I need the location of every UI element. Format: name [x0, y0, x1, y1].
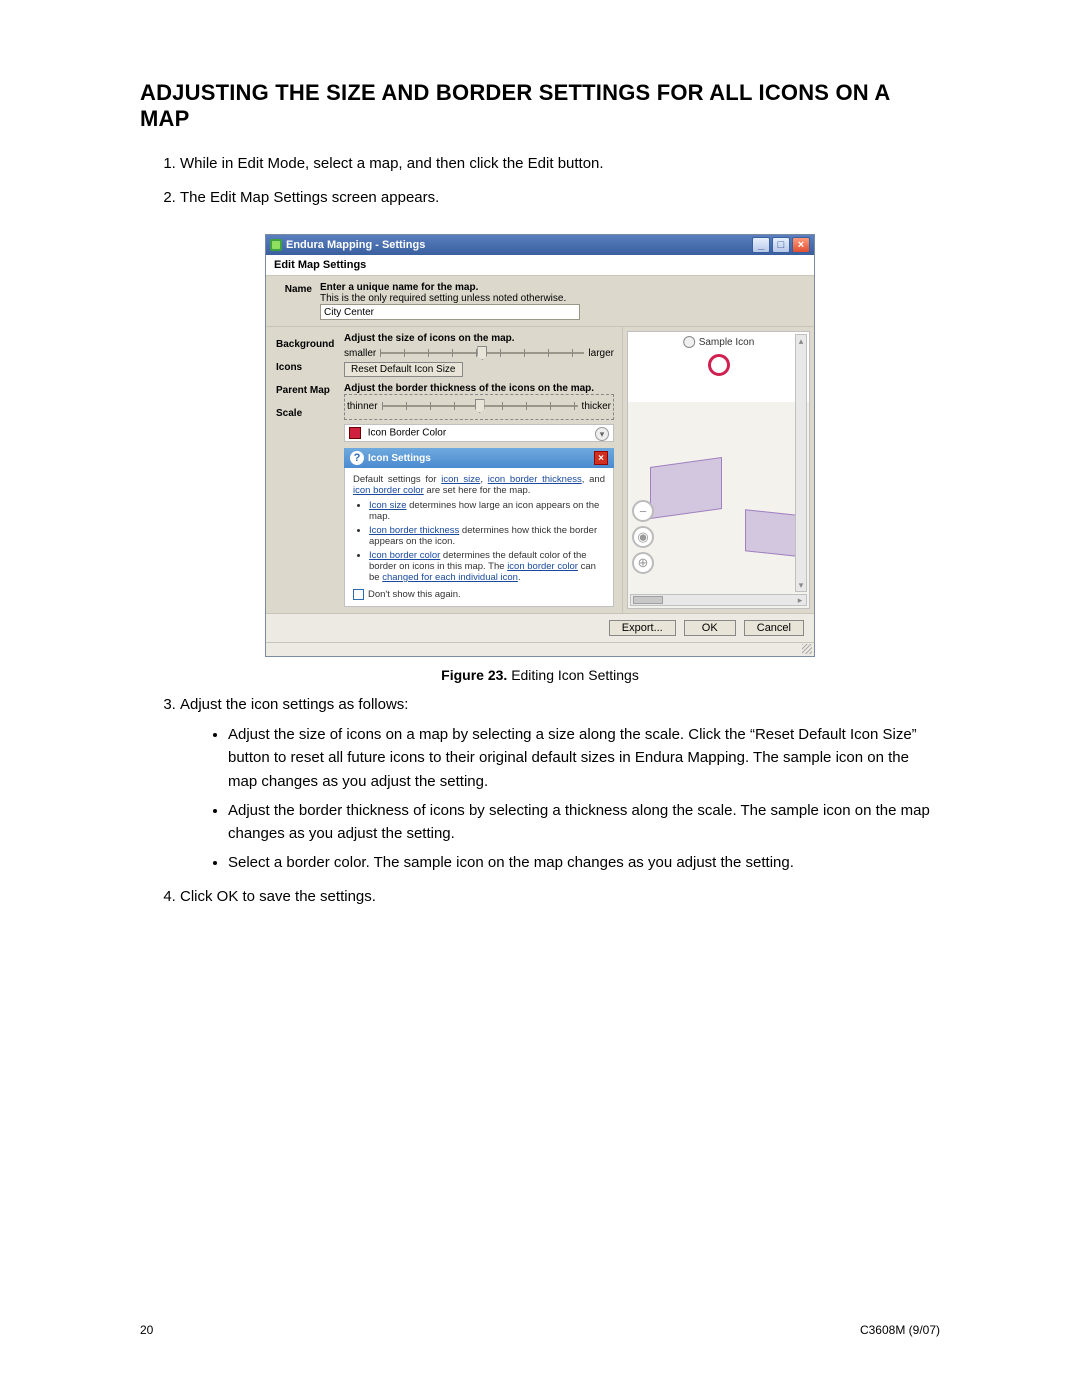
- dont-show-label: Don't show this again.: [368, 589, 461, 600]
- thinner-label: thinner: [347, 401, 378, 412]
- name-note: This is the only required setting unless…: [320, 293, 804, 304]
- step-1: While in Edit Mode, select a map, and th…: [180, 152, 940, 176]
- preview-column: Sample Icon + − ◉ ⊕ ▴▾: [622, 327, 814, 613]
- dont-show-checkbox[interactable]: [353, 589, 364, 600]
- size-smaller-label: smaller: [344, 348, 376, 359]
- app-icon: [270, 239, 282, 251]
- ok-button[interactable]: OK: [684, 620, 736, 636]
- minimize-icon[interactable]: _: [752, 237, 770, 253]
- zoom-out-icon[interactable]: −: [632, 500, 654, 522]
- info-title: Icon Settings: [368, 453, 431, 464]
- nav-background[interactable]: Background: [276, 333, 344, 356]
- chevron-down-icon[interactable]: ▾: [595, 427, 609, 441]
- step-2: The Edit Map Settings screen appears.: [180, 186, 940, 210]
- cancel-button[interactable]: Cancel: [744, 620, 804, 636]
- titlebar[interactable]: Endura Mapping - Settings _ □ ×: [266, 235, 814, 255]
- info-bullet-2: Icon border thickness determines how thi…: [369, 525, 605, 547]
- bullet-3: Select a border color. The sample icon o…: [228, 851, 940, 874]
- doc-id: C3608M (9/07): [860, 1323, 940, 1337]
- icon-size-slider[interactable]: [380, 346, 584, 360]
- nav-scale[interactable]: Scale: [276, 402, 344, 425]
- link-icon-border-color[interactable]: icon border color: [353, 485, 424, 496]
- size-larger-label: larger: [588, 348, 614, 359]
- name-instruction: Enter a unique name for the map.: [320, 282, 804, 293]
- instruction-list-cont: Adjust the icon settings as follows: Adj…: [140, 693, 940, 909]
- preview-map-bg: [627, 402, 810, 609]
- figure-caption: Figure 23. Editing Icon Settings: [140, 667, 940, 683]
- info-bullet-3: Icon border color determines the default…: [369, 550, 605, 583]
- section-heading: ADJUSTING THE SIZE AND BORDER SETTINGS F…: [140, 80, 940, 132]
- settings-dialog: Endura Mapping - Settings _ □ × Edit Map…: [265, 234, 815, 657]
- bullet-2: Adjust the border thickness of icons by …: [228, 799, 940, 846]
- border-color-label: Icon Border Color: [368, 428, 446, 439]
- window-title: Endura Mapping - Settings: [286, 239, 748, 251]
- border-thickness-slider[interactable]: [382, 399, 578, 413]
- sample-icon: [708, 354, 730, 376]
- info-bullet-1: Icon size determines how large an icon a…: [369, 500, 605, 522]
- step-3: Adjust the icon settings as follows: Adj…: [180, 693, 940, 875]
- dialog-header: Edit Map Settings: [266, 255, 814, 276]
- info-text: Default settings for: [353, 474, 441, 485]
- link-icon-border-thickness[interactable]: icon border thickness: [488, 474, 582, 485]
- map-preview[interactable]: Sample Icon + − ◉ ⊕ ▴▾: [627, 331, 810, 609]
- border-color-swatch-icon: [349, 427, 361, 439]
- dialog-footer: Export... OK Cancel: [266, 613, 814, 642]
- page-footer: 20 C3608M (9/07): [140, 1323, 940, 1337]
- close-icon[interactable]: ×: [792, 237, 810, 253]
- link-icon-size[interactable]: icon size: [441, 474, 480, 485]
- export-button[interactable]: Export...: [609, 620, 676, 636]
- globe-tool-icon[interactable]: ◉: [632, 526, 654, 548]
- maximize-icon[interactable]: □: [772, 237, 790, 253]
- border-color-row[interactable]: Icon Border Color ▾: [344, 424, 614, 442]
- resize-grip-icon[interactable]: [266, 642, 814, 656]
- help-icon: ?: [350, 451, 364, 465]
- border-thickness-title: Adjust the border thickness of the icons…: [344, 383, 614, 394]
- map-name-input[interactable]: [320, 304, 580, 320]
- info-panel-header: ? Icon Settings ×: [344, 448, 614, 468]
- preview-vertical-scrollbar[interactable]: ▴▾: [795, 334, 807, 592]
- nav-parent-map[interactable]: Parent Map: [276, 379, 344, 402]
- sample-icon-label: Sample Icon: [699, 337, 755, 348]
- info-close-icon[interactable]: ×: [594, 451, 608, 465]
- name-label: Name: [276, 282, 312, 320]
- info-panel-body: Default settings for icon size, icon bor…: [344, 468, 614, 607]
- preview-horizontal-scrollbar[interactable]: ◂▸: [630, 594, 807, 606]
- icon-settings-panel: Adjust the size of icons on the map. sma…: [344, 327, 622, 613]
- reset-default-icon-size-button[interactable]: Reset Default Icon Size: [344, 362, 463, 377]
- world-icon[interactable]: ⊕: [632, 552, 654, 574]
- nav-icons[interactable]: Icons: [276, 356, 344, 379]
- thicker-label: thicker: [582, 401, 611, 412]
- sample-chip-icon: [683, 336, 695, 348]
- name-group: Name Enter a unique name for the map. Th…: [266, 276, 814, 327]
- bullet-1: Adjust the size of icons on a map by sel…: [228, 723, 940, 793]
- page-number: 20: [140, 1323, 153, 1337]
- settings-nav: Background Icons Parent Map Scale: [266, 327, 344, 613]
- instruction-list: While in Edit Mode, select a map, and th…: [140, 152, 940, 210]
- step-4: Click OK to save the settings.: [180, 885, 940, 909]
- icon-size-title: Adjust the size of icons on the map.: [344, 333, 614, 344]
